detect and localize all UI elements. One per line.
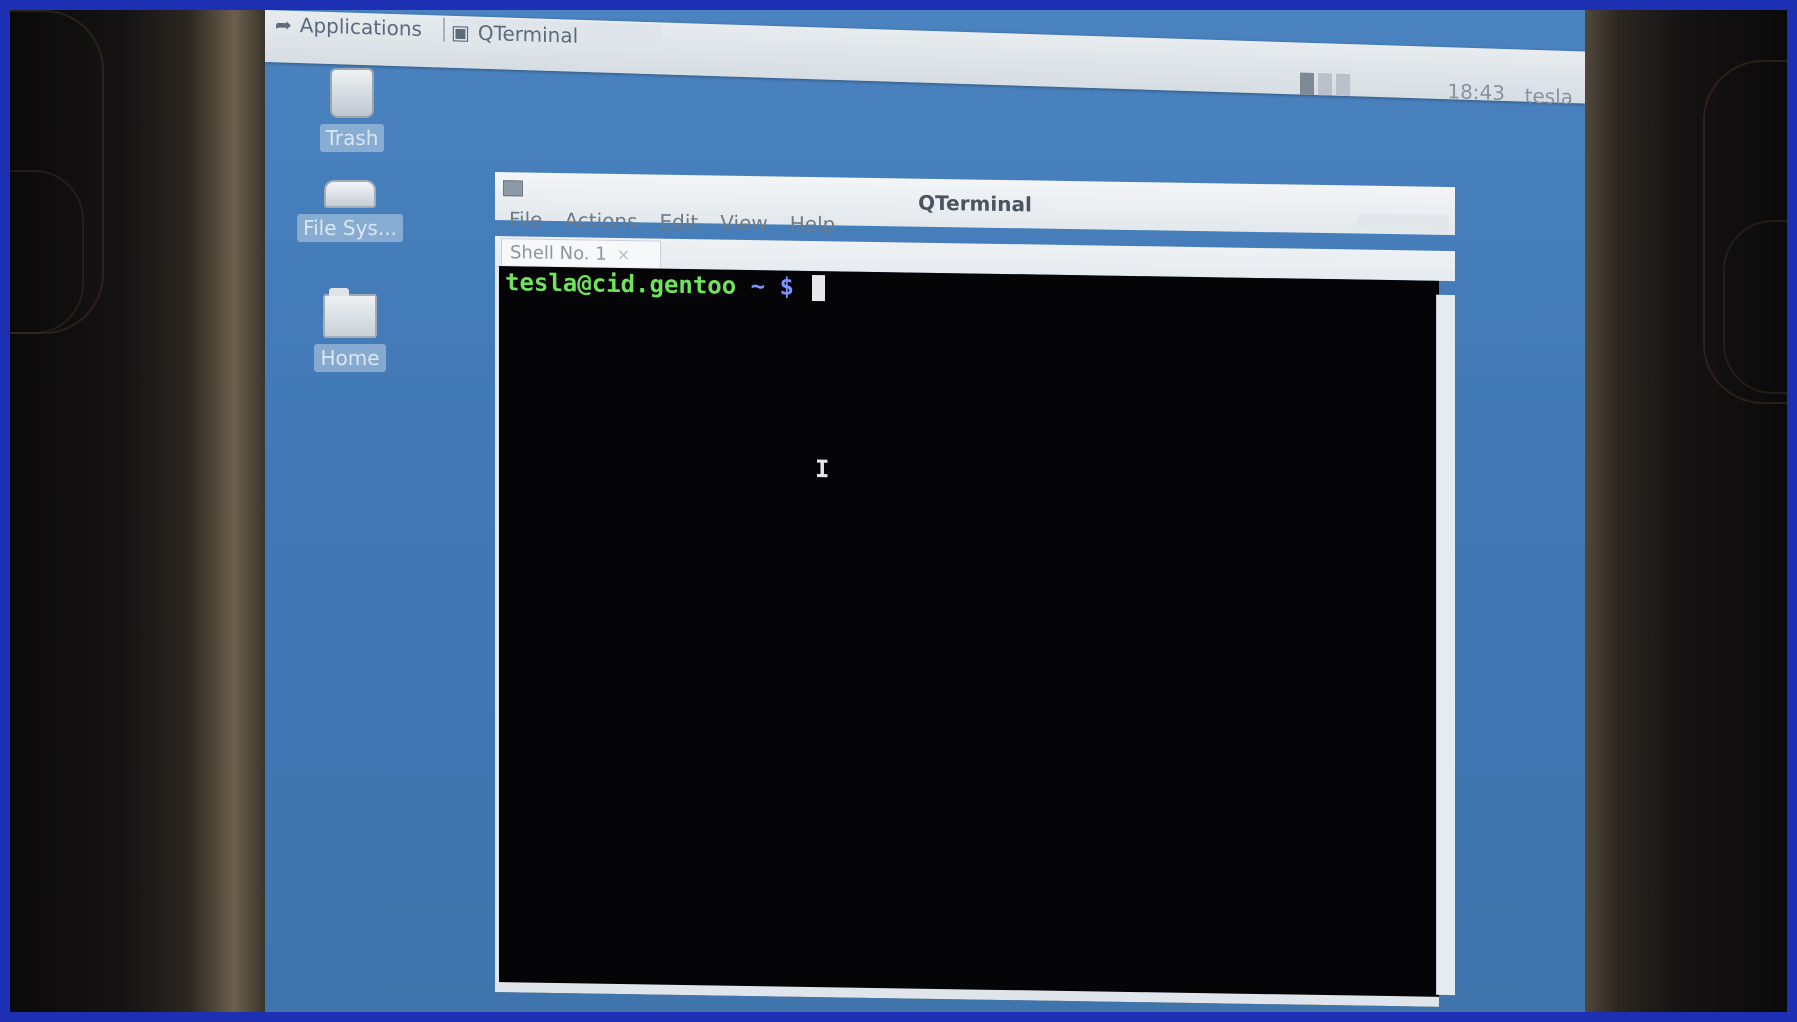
photo-frame: ➦ Applications ▣ QTerminal 18:43 tesla T… <box>10 10 1787 1012</box>
trash-icon <box>330 68 374 118</box>
tab-label: Shell No. 1 <box>510 241 607 265</box>
terminal-scrollbar[interactable] <box>1436 294 1455 996</box>
applications-menu-button[interactable]: ➦ Applications <box>275 10 422 43</box>
menu-file[interactable]: File <box>509 207 542 232</box>
tray-indicator <box>1318 73 1332 96</box>
taskbar-item-label: QTerminal <box>477 20 579 48</box>
menu-actions[interactable]: Actions <box>564 208 637 233</box>
top-panel: ➦ Applications ▣ QTerminal 18:43 tesla <box>265 10 1585 109</box>
close-icon[interactable]: × <box>617 244 630 263</box>
home-folder-icon <box>323 288 377 338</box>
desktop-icon-label: File Sys... <box>297 214 403 242</box>
applications-label: Applications <box>299 13 422 41</box>
terminal-icon: ▣ <box>451 19 470 45</box>
text-cursor <box>812 274 826 302</box>
qterminal-window[interactable]: QTerminal File Actions Edit View Help Sh… <box>495 172 1455 1007</box>
prompt-user-host: tesla@cid.gentoo <box>505 268 737 300</box>
desktop-icon-label: Trash <box>319 124 385 152</box>
background-shape <box>1723 220 1787 394</box>
mouse-ibeam-cursor-icon: I <box>815 455 830 484</box>
menu-view[interactable]: View <box>720 211 767 236</box>
panel-separator <box>443 17 445 42</box>
desktop-icon-trash[interactable]: Trash <box>297 68 407 152</box>
user-name[interactable]: tesla <box>1525 84 1573 110</box>
desktop-icon-label: Home <box>314 344 386 372</box>
tab-shell-1[interactable]: Shell No. 1 × <box>501 238 661 268</box>
menu-help[interactable]: Help <box>790 212 836 237</box>
shell-prompt: tesla@cid.gentoo ~ $ <box>505 268 826 302</box>
prompt-path: ~ $ <box>736 271 809 301</box>
terminal-area[interactable]: tesla@cid.gentoo ~ $ I <box>495 266 1439 1007</box>
tray-indicator <box>1336 73 1350 97</box>
taskbar-item-qterminal[interactable]: ▣ QTerminal <box>451 17 661 53</box>
clock[interactable]: 18:43 <box>1447 79 1505 105</box>
drive-icon <box>324 180 376 208</box>
system-tray[interactable] <box>1300 72 1360 97</box>
menu-edit[interactable]: Edit <box>660 210 699 235</box>
desktop-icon-home[interactable]: Home <box>295 288 405 372</box>
cpu-monitor-icon <box>1300 72 1314 95</box>
background-shape <box>10 170 84 334</box>
desktop-icon-filesystem[interactable]: File Sys... <box>295 170 405 242</box>
desktop-screen: ➦ Applications ▣ QTerminal 18:43 tesla T… <box>265 10 1585 1012</box>
applications-icon: ➦ <box>275 12 292 37</box>
